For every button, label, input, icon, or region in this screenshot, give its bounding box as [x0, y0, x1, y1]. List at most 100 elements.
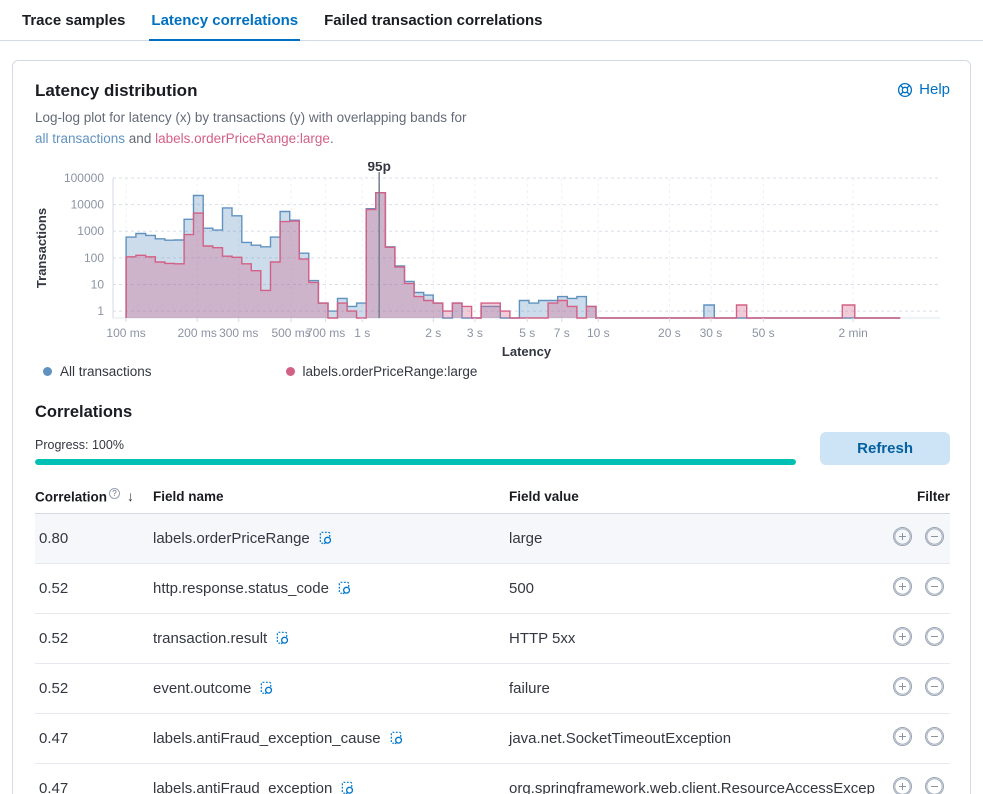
filter-exclude-button[interactable]	[925, 677, 944, 696]
x-tick-label: 200 ms	[178, 326, 217, 340]
subtitle-field-term: labels.orderPriceRange:large	[155, 131, 330, 146]
correlation-row[interactable]: 0.52transaction.result HTTP 5xx	[35, 614, 950, 664]
field-name: event.outcome	[153, 680, 251, 697]
percentile-annotation-label: 95p	[368, 162, 391, 174]
correlation-value: 0.47	[35, 764, 153, 794]
tab-bar: Trace samples Latency correlations Failed …	[0, 0, 983, 41]
correlation-row[interactable]: 0.52http.response.status_code500	[35, 564, 950, 614]
inspect-field-icon[interactable]	[337, 581, 352, 596]
filter-exclude-button[interactable]	[925, 777, 944, 794]
correlation-value: 0.47	[35, 714, 153, 764]
filter-include-button[interactable]	[893, 677, 912, 696]
inspect-field-icon[interactable]	[275, 631, 290, 646]
filter-exclude-button[interactable]	[925, 527, 944, 546]
subtitle-period: .	[330, 131, 334, 146]
field-value: large	[509, 514, 893, 564]
filter-include-button[interactable]	[893, 577, 912, 596]
chart-legend: All transactions labels.orderPriceRange:l…	[43, 364, 950, 379]
inspect-field-icon[interactable]	[389, 731, 404, 746]
field-value: java.net.SocketTimeoutException	[509, 714, 893, 764]
column-header-field-name: Field name	[153, 479, 509, 514]
x-tick-label: 50 s	[752, 326, 775, 340]
help-button[interactable]: Help	[897, 81, 950, 98]
progress-label: Progress: 100%	[35, 438, 796, 452]
y-tick-label: 100000	[64, 171, 104, 185]
x-tick-label: 3 s	[467, 326, 483, 340]
inspect-field-icon[interactable]	[318, 531, 333, 546]
subtitle-all-transactions: all transactions	[35, 131, 125, 146]
panel-title: Latency distribution	[35, 81, 197, 101]
filter-include-button[interactable]	[893, 777, 912, 794]
x-tick-label: 300 ms	[219, 326, 258, 340]
field-value: HTTP 5xx	[509, 614, 893, 664]
tab-trace-samples[interactable]: Trace samples	[20, 0, 127, 41]
y-tick-label: 1	[97, 304, 104, 318]
legend-label: All transactions	[60, 364, 152, 379]
inspect-field-icon[interactable]	[259, 681, 274, 696]
x-tick-label: 2 s	[425, 326, 441, 340]
column-header-correlation[interactable]: Correlation? ↓	[35, 479, 153, 514]
legend-item-labels-orderpricerange-large[interactable]: labels.orderPriceRange:large	[286, 364, 478, 379]
correlation-value: 0.80	[35, 514, 153, 564]
correlation-row[interactable]: 0.52event.outcome failure	[35, 664, 950, 714]
x-axis-title: Latency	[502, 344, 552, 359]
x-tick-label: 2 min	[838, 326, 867, 340]
filter-exclude-button[interactable]	[925, 627, 944, 646]
field-name: labels.orderPriceRange	[153, 530, 310, 547]
correlation-header-label: Correlation	[35, 489, 107, 504]
help-button-label: Help	[919, 81, 950, 98]
question-in-circle-icon: ?	[109, 488, 120, 499]
correlation-row[interactable]: 0.47labels.antiFraud_exception org.spring…	[35, 764, 950, 794]
correlation-row[interactable]: 0.47labels.antiFraud_exception_cause java…	[35, 714, 950, 764]
correlations-title: Correlations	[35, 403, 950, 422]
progress-fill	[35, 459, 796, 465]
column-header-filter: Filter	[893, 479, 950, 514]
correlation-value: 0.52	[35, 664, 153, 714]
subtitle-and: and	[125, 131, 155, 146]
correlations-table: Correlation? ↓ Field name Field value Fil…	[35, 479, 950, 794]
filter-include-button[interactable]	[893, 727, 912, 746]
field-value: org.springframework.web.client.ResourceA…	[509, 764, 893, 794]
filter-exclude-button[interactable]	[925, 577, 944, 596]
filter-include-button[interactable]	[893, 627, 912, 646]
field-value: failure	[509, 664, 893, 714]
filter-exclude-button[interactable]	[925, 727, 944, 746]
field-name: labels.antiFraud_exception	[153, 780, 332, 794]
field-name: transaction.result	[153, 630, 267, 647]
y-tick-label: 100	[84, 251, 104, 265]
y-axis-title: Transactions	[35, 208, 49, 288]
legend-dot-icon	[43, 367, 52, 376]
legend-item-all-transactions[interactable]: All transactions	[43, 364, 152, 379]
column-header-field-value: Field value	[509, 479, 893, 514]
x-tick-label: 10 s	[587, 326, 610, 340]
field-name: labels.antiFraud_exception_cause	[153, 730, 381, 747]
tab-failed-transaction-correlations[interactable]: Failed transaction correlations	[322, 0, 544, 41]
chart-subtitle: Log-log plot for latency (x) by transact…	[35, 108, 950, 150]
x-tick-label: 1 s	[354, 326, 370, 340]
y-tick-label: 10000	[71, 197, 105, 211]
x-tick-label: 5 s	[519, 326, 535, 340]
help-lifebuoy-icon	[897, 82, 913, 98]
field-value: 500	[509, 564, 893, 614]
y-tick-label: 10	[91, 277, 105, 291]
subtitle-line1: Log-log plot for latency (x) by transact…	[35, 110, 466, 125]
y-tick-label: 1000	[77, 224, 104, 238]
correlation-value: 0.52	[35, 614, 153, 664]
inspect-field-icon[interactable]	[340, 781, 355, 794]
x-tick-label: 100 ms	[106, 326, 145, 340]
filter-include-button[interactable]	[893, 527, 912, 546]
latency-distribution-chart[interactable]: 1 10 100 1000 10000 100000 95p 100 ms 200 ms300 …	[35, 162, 950, 360]
x-tick-label: 500 ms	[271, 326, 310, 340]
x-tick-label: 20 s	[658, 326, 681, 340]
legend-label: labels.orderPriceRange:large	[303, 364, 478, 379]
field-name: http.response.status_code	[153, 580, 329, 597]
x-tick-label: 700 ms	[306, 326, 345, 340]
correlation-row[interactable]: 0.80labels.orderPriceRange large	[35, 514, 950, 564]
tab-latency-correlations[interactable]: Latency correlations	[149, 0, 300, 41]
x-tick-label: 7 s	[554, 326, 570, 340]
legend-dot-icon	[286, 367, 295, 376]
progress-bar	[35, 459, 796, 465]
refresh-button[interactable]: Refresh	[820, 432, 950, 465]
sort-descending-icon: ↓	[127, 488, 134, 504]
latency-correlations-panel: Latency distribution Help Log-log plot f…	[12, 60, 971, 794]
